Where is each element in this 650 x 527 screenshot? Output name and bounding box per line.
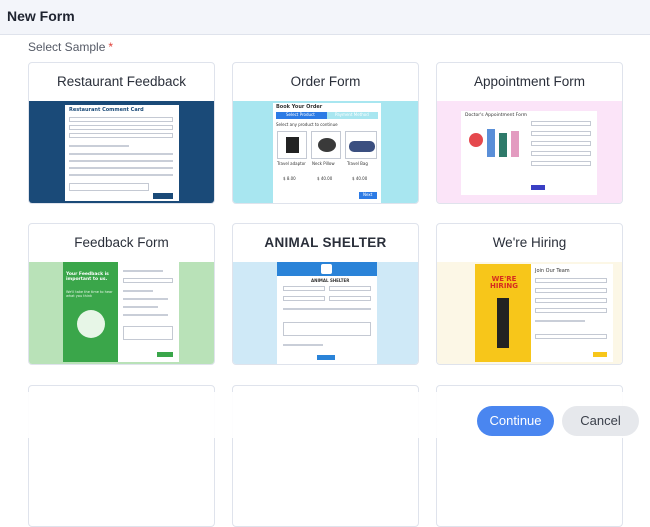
template-card-restaurant-feedback[interactable]: Restaurant Feedback Restaurant Comment C… bbox=[28, 62, 215, 204]
card-title: Restaurant Feedback bbox=[56, 74, 187, 89]
card-title: Order Form bbox=[290, 74, 361, 89]
thumb-title: Join Our Team bbox=[535, 268, 570, 274]
card-title: We're Hiring bbox=[492, 235, 567, 250]
thumb-title: Restaurant Comment Card bbox=[69, 107, 144, 113]
template-card-order-form[interactable]: Order Form Book Your Order Select Produc… bbox=[232, 62, 419, 204]
card-title: ANIMAL SHELTER bbox=[264, 235, 387, 250]
dialog-header: New Form bbox=[0, 0, 650, 35]
poster-text: WE'RE HIRING bbox=[489, 275, 519, 290]
template-card-were-hiring[interactable]: We're Hiring WE'RE HIRING Join Our Team bbox=[436, 223, 623, 365]
continue-button[interactable]: Continue bbox=[477, 406, 554, 436]
card-thumbnail: ANIMAL SHELTER bbox=[233, 262, 418, 364]
card-thumbnail: Restaurant Comment Card bbox=[29, 101, 214, 203]
card-title: Appointment Form bbox=[473, 74, 586, 89]
card-title: Feedback Form bbox=[74, 235, 169, 250]
template-card-animal-shelter[interactable]: ANIMAL SHELTER ANIMAL SHELTER bbox=[232, 223, 419, 365]
cancel-button[interactable]: Cancel bbox=[562, 406, 639, 436]
thumb-title: ANIMAL SHELTER bbox=[311, 278, 350, 283]
card-thumbnail: WE'RE HIRING Join Our Team bbox=[437, 262, 622, 364]
thumb-title: Your Feedback is important to us. bbox=[66, 272, 109, 282]
card-thumbnail: Book Your Order Select Product Payment M… bbox=[233, 101, 418, 203]
template-card-appointment-form[interactable]: Appointment Form Doctor's Appointment Fo… bbox=[436, 62, 623, 204]
card-thumbnail: Your Feedback is important to us. We'll … bbox=[29, 262, 214, 364]
dialog-title: New Form bbox=[7, 8, 75, 24]
required-mark: * bbox=[108, 40, 114, 54]
card-thumbnail: Doctor's Appointment Form bbox=[437, 101, 622, 203]
thumb-title: Book Your Order bbox=[276, 104, 323, 110]
thumb-title: Doctor's Appointment Form bbox=[465, 113, 528, 118]
select-sample-label: Select Sample * bbox=[28, 40, 114, 54]
template-card-feedback-form[interactable]: Feedback Form Your Feedback is important… bbox=[28, 223, 215, 365]
